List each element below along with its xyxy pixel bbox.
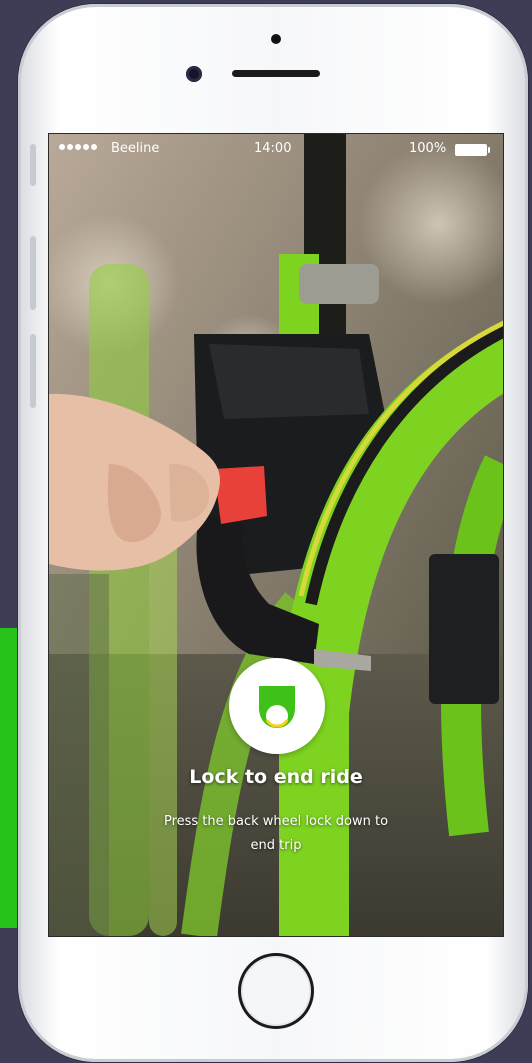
volume-up-button bbox=[30, 236, 36, 310]
bike-lock-icon bbox=[259, 686, 295, 728]
lock-instructions: Press the back wheel lock down to end tr… bbox=[163, 814, 389, 853]
status-bar: Beeline 14:00 100% bbox=[49, 134, 503, 166]
lock-title: Lock to end ride bbox=[189, 766, 363, 788]
home-button[interactable] bbox=[238, 953, 314, 1029]
green-accent-bar bbox=[0, 628, 20, 928]
battery-percentage: 100% bbox=[409, 141, 447, 156]
battery-icon bbox=[455, 144, 487, 156]
proximity-sensor bbox=[271, 34, 281, 44]
lock-icon-badge bbox=[229, 658, 325, 754]
front-camera bbox=[186, 66, 202, 82]
signal-strength-icon bbox=[59, 144, 97, 150]
volume-down-button bbox=[30, 334, 36, 408]
battery-cap bbox=[488, 147, 490, 153]
phone-screen: Beeline 14:00 100% Lock to end ride Pres… bbox=[48, 133, 504, 937]
carrier-name: Beeline bbox=[111, 141, 160, 156]
earpiece-speaker bbox=[232, 70, 320, 77]
status-time: 14:00 bbox=[254, 141, 292, 156]
mute-switch bbox=[30, 144, 36, 186]
